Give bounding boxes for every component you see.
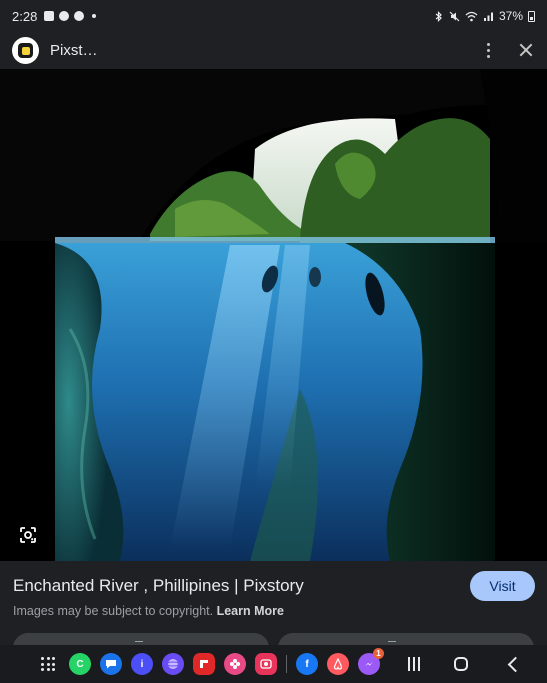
image-viewer[interactable] (0, 69, 547, 561)
back-icon[interactable] (507, 656, 524, 672)
copyright-text: Images may be subject to copyright. (13, 604, 214, 618)
enchanted-river-image[interactable] (0, 69, 547, 561)
result-info-panel: Enchanted River , Phillipines | Pixstory… (0, 561, 547, 663)
learn-more-link[interactable]: Learn More (217, 604, 284, 618)
dock-divider (286, 655, 287, 673)
close-icon[interactable] (517, 41, 535, 59)
internet-browser-icon[interactable] (162, 653, 184, 675)
status-right: 37% (433, 9, 535, 23)
whatsapp-business-icon[interactable]: C (69, 653, 91, 675)
gallery-icon[interactable] (224, 653, 246, 675)
app-notification-icon (74, 11, 85, 21)
battery-percent: 37% (498, 9, 523, 23)
messenger-notification-icon (59, 11, 70, 21)
facebook-icon[interactable]: f (296, 653, 318, 675)
home-icon[interactable] (454, 657, 468, 671)
mute-icon (449, 11, 460, 21)
chat-icon[interactable]: i (131, 653, 153, 675)
messenger-icon[interactable]: 1 (358, 648, 384, 675)
gallery-notification-icon (44, 11, 55, 21)
copyright-notice: Images may be subject to copyright. Lear… (13, 604, 284, 618)
battery-icon (528, 10, 535, 22)
status-left: 2:28 (12, 8, 97, 24)
more-vert-icon[interactable] (479, 41, 497, 59)
signal-icon (483, 12, 493, 21)
messenger-badge: 1 (373, 648, 384, 659)
screen-recorder-icon[interactable] (255, 653, 277, 675)
status-time: 2:28 (12, 8, 38, 24)
flipboard-icon[interactable] (193, 653, 215, 675)
messages-icon[interactable] (100, 653, 122, 675)
visit-button[interactable]: Visit (470, 571, 535, 601)
header-actions (479, 41, 535, 59)
pixstory-logo-icon[interactable] (12, 36, 39, 64)
result-title[interactable]: Enchanted River , Phillipines | Pixstory (13, 576, 304, 596)
bluetooth-icon (435, 10, 442, 22)
google-lens-icon[interactable] (16, 523, 40, 547)
airbnb-icon[interactable] (327, 653, 349, 675)
wifi-icon (465, 11, 478, 21)
recents-icon[interactable] (406, 657, 422, 671)
result-header: Pixst… (0, 32, 547, 68)
more-notifications-icon (92, 14, 97, 18)
site-name[interactable]: Pixst… (50, 42, 98, 59)
apps-grid-icon[interactable] (41, 657, 55, 671)
status-bar: 2:28 37% (0, 0, 547, 32)
navigation-bar: C i f 1 (0, 645, 547, 683)
